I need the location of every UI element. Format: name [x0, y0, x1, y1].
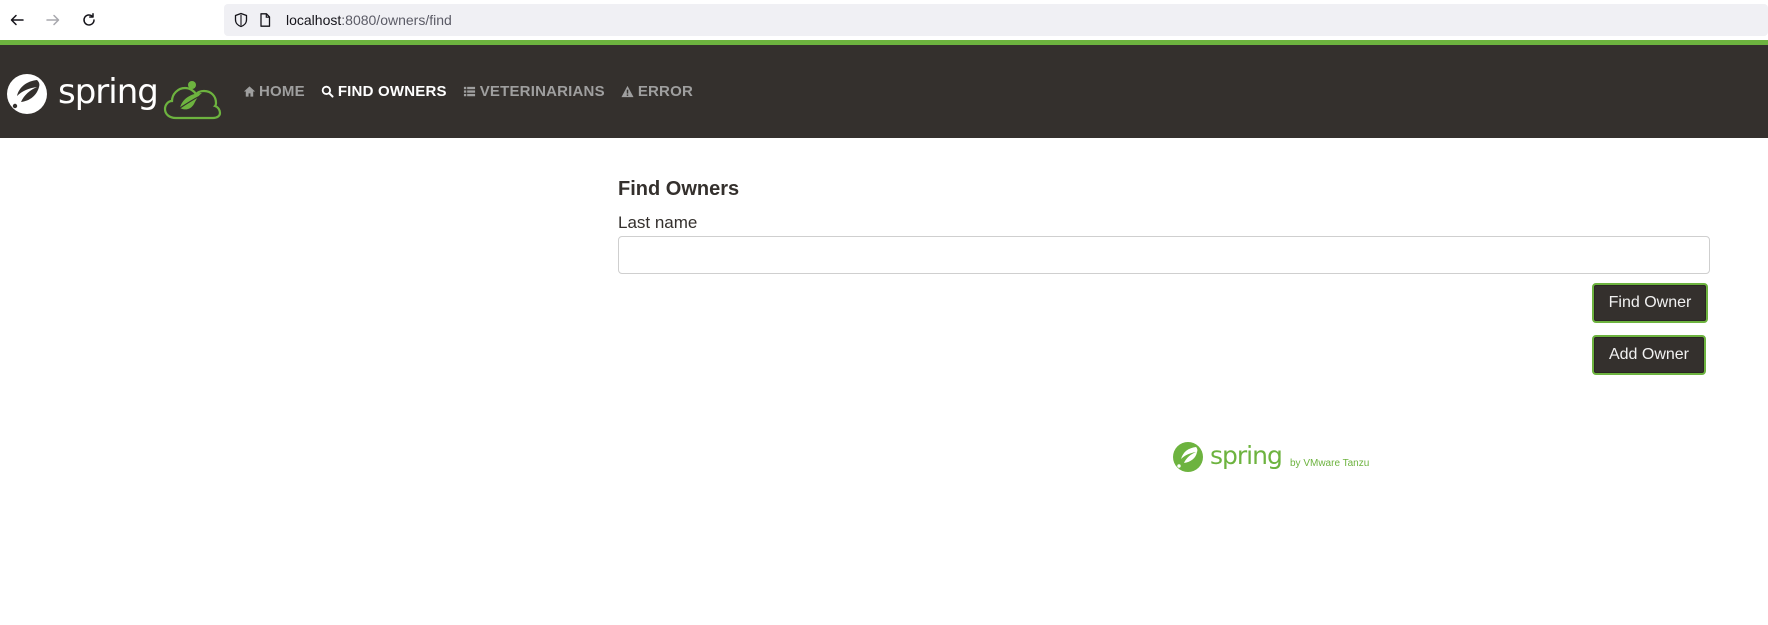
warning-icon	[621, 85, 635, 99]
navbar: spring HOME FIND OWNERS VETERINARIANS ER…	[0, 45, 1768, 138]
nav-label-find-owners: FIND OWNERS	[337, 83, 447, 100]
last-name-label: Last name	[618, 213, 698, 232]
page-title: Find Owners	[618, 178, 740, 200]
address-bar[interactable]: localhost:8080/owners/find	[224, 4, 1768, 36]
add-owner-button[interactable]: Add Owner	[1592, 335, 1706, 375]
search-icon	[321, 85, 335, 99]
nav-item-find-owners[interactable]: FIND OWNERS	[321, 83, 447, 100]
reload-icon	[83, 13, 95, 26]
brand-wordmark: spring	[58, 72, 158, 112]
nav-item-home[interactable]: HOME	[242, 83, 305, 100]
forward-button[interactable]	[41, 8, 65, 32]
nav-label-error: ERROR	[637, 83, 693, 100]
footer-tagline: by VMware Tanzu	[1290, 458, 1369, 469]
home-icon	[242, 85, 256, 99]
petclinic-cloud-icon	[163, 81, 222, 120]
nav-label-veterinarians: VETERINARIANS	[479, 83, 605, 100]
shield-icon[interactable]	[232, 11, 250, 29]
footer-spring-logo: spring by VMware Tanzu	[1172, 440, 1382, 474]
spring-leaf-icon	[7, 74, 47, 114]
page-icon	[256, 11, 274, 29]
spring-petclinic-logo[interactable]: spring	[4, 65, 234, 121]
last-name-input[interactable]	[618, 236, 1710, 274]
forward-arrow-icon	[46, 14, 60, 26]
spring-leaf-icon	[1173, 442, 1203, 472]
url-path: :8080/owners/find	[341, 12, 452, 28]
nav-label-home: HOME	[259, 83, 305, 100]
url-text: localhost:8080/owners/find	[286, 12, 452, 28]
back-button[interactable]	[5, 8, 29, 32]
find-owner-button[interactable]: Find Owner	[1592, 283, 1708, 323]
back-arrow-icon	[10, 14, 24, 26]
reload-button[interactable]	[77, 8, 101, 32]
list-icon	[463, 85, 477, 99]
browser-toolbar: localhost:8080/owners/find	[0, 0, 1768, 40]
footer-wordmark: spring	[1210, 441, 1282, 470]
nav-item-error[interactable]: ERROR	[621, 83, 693, 100]
url-host: localhost	[286, 12, 342, 28]
main-nav: HOME FIND OWNERS VETERINARIANS ERROR	[242, 45, 709, 138]
nav-item-veterinarians[interactable]: VETERINARIANS	[463, 83, 605, 100]
